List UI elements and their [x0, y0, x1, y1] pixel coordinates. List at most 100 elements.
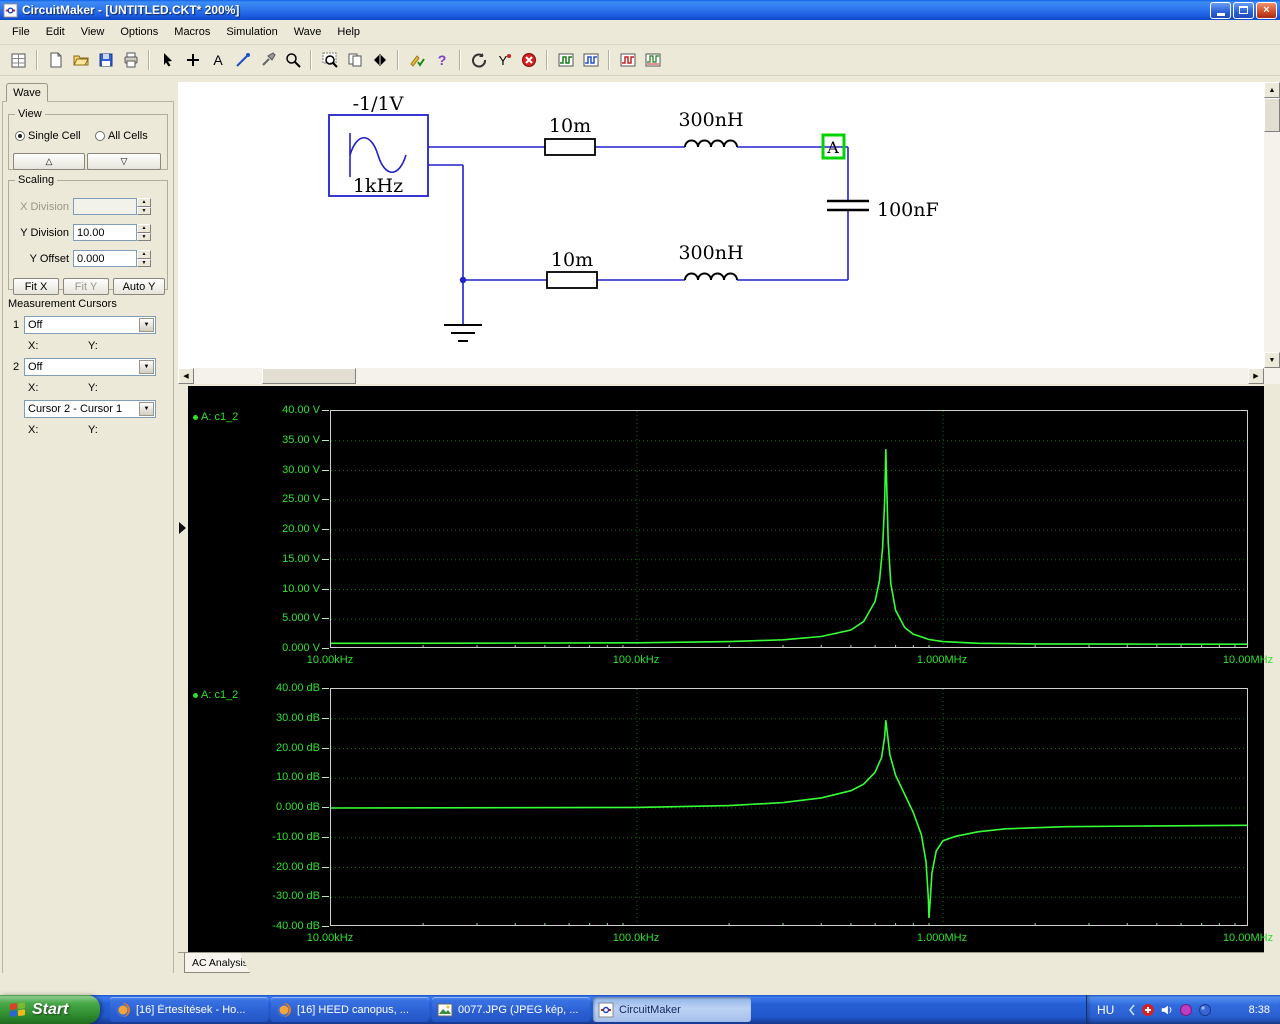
tray-icons [1128, 1003, 1212, 1017]
vertical-scrollbar[interactable]: ▲ ▼ [1264, 82, 1280, 368]
fit-y-button[interactable]: Fit Y [63, 278, 109, 295]
cursor2-select[interactable]: Off ▼ [24, 358, 156, 376]
magenta-tray-icon[interactable] [1179, 1003, 1193, 1017]
arrow-tool-button[interactable] [155, 48, 180, 73]
keyboard-language-indicator[interactable]: HU [1097, 1003, 1114, 1017]
menu-item-options[interactable]: Options [112, 23, 166, 41]
system-tray: HU 8:38 [1086, 995, 1280, 1024]
resistor-r1[interactable] [544, 138, 596, 156]
help-button[interactable]: ? [429, 48, 454, 73]
inductor-l2[interactable] [684, 272, 738, 281]
taskbar-task-2[interactable]: [16] HEED canopus, ... [271, 997, 429, 1022]
save-file-button[interactable] [93, 48, 118, 73]
toolbar: A? Y [0, 45, 1280, 76]
radio-all-cells[interactable]: All Cells [95, 130, 148, 142]
tab-wave[interactable]: Wave [6, 83, 48, 102]
minimize-button[interactable] [1210, 1, 1231, 19]
vertical-scroll-thumb[interactable] [1264, 98, 1280, 132]
start-button[interactable]: Start [0, 995, 100, 1024]
y-division-input[interactable] [73, 224, 137, 241]
open-file-button[interactable] [68, 48, 93, 73]
chevron-down-icon[interactable]: ▼ [139, 402, 154, 416]
spinner-up-icon[interactable]: ▲ [137, 250, 151, 259]
maximize-button[interactable] [1233, 1, 1254, 19]
y-offset-input[interactable] [73, 250, 137, 267]
copy-window-button[interactable] [342, 48, 367, 73]
tab-ac-analysis[interactable]: AC Analysis [184, 953, 250, 973]
close-button[interactable]: × [1256, 1, 1277, 19]
plot-canvas-1[interactable] [330, 688, 1248, 926]
spinner-up-icon[interactable]: ▲ [137, 224, 151, 233]
spinner-down-icon[interactable]: ▼ [137, 232, 151, 241]
windows-logo-icon [10, 1001, 25, 1017]
schematic-canvas[interactable]: -1/1V 1kHz 10m 300nH A 100nF 300nH 10m [178, 82, 1264, 368]
wire-tool-icon [235, 53, 250, 67]
horizontal-scroll-thumb[interactable] [262, 368, 356, 384]
text-tool-button[interactable]: A [205, 48, 230, 73]
clock[interactable]: 8:38 [1249, 1004, 1270, 1016]
plot-canvas-0[interactable] [330, 410, 1248, 648]
y-offset-row: Y Offset ▲▼ [9, 250, 167, 267]
taskbar-task-3[interactable]: 0077.JPG (JPEG kép, ... [432, 997, 590, 1022]
fit-x-button[interactable]: Fit X [13, 278, 59, 295]
zoom-tool-button[interactable] [280, 48, 305, 73]
auto-y-button[interactable]: Auto Y [113, 278, 165, 295]
wire-tool-button[interactable] [230, 48, 255, 73]
hidden-icons-chevron-icon[interactable] [1128, 1003, 1136, 1017]
inductor-l1[interactable] [684, 139, 738, 148]
waveform-viewer-button[interactable] [640, 48, 665, 73]
scale-up-button[interactable]: △ [13, 153, 85, 170]
cursor-diff-select[interactable]: Cursor 2 - Cursor 1 ▼ [24, 400, 156, 418]
browse-sheet-button[interactable] [6, 48, 31, 73]
digital-oscilloscope-button[interactable] [553, 48, 578, 73]
chevron-down-icon[interactable]: ▼ [139, 360, 154, 374]
spinner-up-icon[interactable]: ▲ [137, 198, 151, 207]
print-button[interactable] [118, 48, 143, 73]
analysis-tab-strip: AC Analysis [178, 952, 1264, 973]
reset-simulation-button[interactable] [466, 48, 491, 73]
horizontal-scrollbar[interactable]: ◀ ▶ [178, 368, 1264, 384]
panel-splitter-arrow-icon[interactable] [179, 522, 186, 534]
probe-point-button[interactable]: Y [491, 48, 516, 73]
x-division-spinner[interactable]: ▲ ▼ [137, 198, 151, 215]
red-cross-tray-icon[interactable] [1141, 1003, 1155, 1017]
speaker-icon[interactable] [1160, 1003, 1174, 1017]
blue-ball-tray-icon[interactable] [1198, 1003, 1212, 1017]
ground-symbol[interactable] [444, 324, 482, 342]
capacitor-c1[interactable] [827, 199, 869, 212]
spinner-down-icon[interactable]: ▼ [137, 206, 151, 215]
cursor1-select[interactable]: Off ▼ [24, 316, 156, 334]
menu-item-macros[interactable]: Macros [166, 23, 218, 41]
chevron-down-icon[interactable]: ▼ [139, 318, 154, 332]
scroll-up-icon[interactable]: ▲ [1264, 82, 1280, 98]
menu-item-view[interactable]: View [73, 23, 113, 41]
stop-simulation-button[interactable] [516, 48, 541, 73]
logic-analyzer-button[interactable] [615, 48, 640, 73]
taskbar-task-1[interactable]: [16] Értesítések - Ho... [110, 997, 268, 1022]
scroll-left-icon[interactable]: ◀ [178, 368, 194, 384]
resistor-r2[interactable] [546, 271, 598, 289]
signal-generator-button[interactable] [578, 48, 603, 73]
run-analyses-button[interactable] [404, 48, 429, 73]
taskbar-task-4[interactable]: CircuitMaker [593, 997, 751, 1022]
firefox-icon [277, 1002, 291, 1017]
scroll-right-icon[interactable]: ▶ [1248, 368, 1264, 384]
radio-single-cell[interactable]: Single Cell [15, 130, 81, 142]
menu-item-simulation[interactable]: Simulation [218, 23, 285, 41]
scroll-down-icon[interactable]: ▼ [1264, 352, 1280, 368]
new-file-button[interactable] [43, 48, 68, 73]
menu-item-file[interactable]: File [4, 23, 38, 41]
y-axis-label: -20.00 dB [272, 860, 320, 873]
y-offset-spinner[interactable]: ▲ ▼ [137, 250, 151, 267]
menu-item-edit[interactable]: Edit [38, 23, 73, 41]
spinner-down-icon[interactable]: ▼ [137, 258, 151, 267]
menu-item-help[interactable]: Help [329, 23, 368, 41]
menu-item-wave[interactable]: Wave [286, 23, 330, 41]
y-division-spinner[interactable]: ▲ ▼ [137, 224, 151, 241]
zoom-area-button[interactable] [317, 48, 342, 73]
place-part-button[interactable] [180, 48, 205, 73]
probe-tool-button[interactable] [255, 48, 280, 73]
title-bar[interactable]: CircuitMaker - [UNTITLED.CKT* 200%] × [0, 0, 1280, 20]
scale-down-button[interactable]: ▽ [87, 153, 161, 170]
pan-view-button[interactable] [367, 48, 392, 73]
